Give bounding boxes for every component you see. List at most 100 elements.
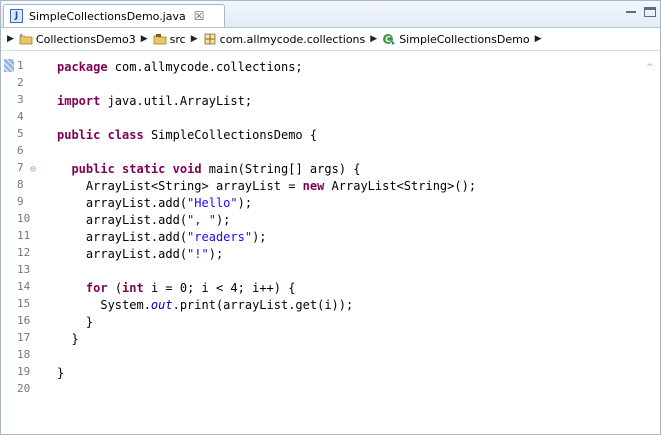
minimize-icon[interactable]	[625, 7, 637, 17]
code-token: }	[57, 315, 94, 329]
line-number: 5	[17, 127, 24, 140]
line-number: 6	[17, 144, 24, 157]
code-text: package com.allmycode.collections;	[57, 59, 303, 76]
svg-text:C: C	[385, 35, 391, 44]
line-number: 9	[17, 195, 24, 208]
line-number: 14	[17, 280, 31, 293]
breadcrumb-arrow-icon[interactable]: ▶	[141, 34, 148, 44]
maximize-icon[interactable]	[644, 7, 656, 17]
breadcrumb-arrow-icon[interactable]: ▶	[370, 34, 377, 44]
keyword-token: new	[302, 179, 325, 193]
code-line[interactable]: 4	[1, 110, 641, 127]
code-token: main(String[] args) {	[201, 162, 361, 176]
editor-tab-bar: J SimpleCollectionsDemo.java ☒	[1, 1, 660, 28]
code-text: arrayList.add("Hello");	[57, 195, 252, 212]
code-text: arrayList.add("!");	[57, 246, 223, 263]
code-text: ArrayList<String> arrayList = new ArrayL…	[57, 178, 476, 195]
line-number: 11	[17, 229, 31, 242]
breadcrumb-arrow-icon[interactable]: ▶	[535, 34, 542, 44]
code-line[interactable]: 15 System.out.print(arrayList.get(i));	[1, 297, 641, 314]
keyword-token: void	[172, 162, 202, 176]
code-line[interactable]: 10 arrayList.add(", ");	[1, 212, 641, 229]
line-number: 12	[17, 246, 31, 259]
field-token: out	[150, 298, 173, 312]
code-token: );	[208, 247, 224, 261]
code-text: arrayList.add(", ");	[57, 212, 231, 229]
code-line[interactable]: 3 import java.util.ArrayList;	[1, 93, 641, 110]
code-text: for (int i = 0; i < 4; i++) {	[57, 280, 296, 297]
keyword-token: package	[57, 60, 108, 74]
breadcrumb-arrow-icon[interactable]: ▶	[7, 34, 14, 44]
code-line[interactable]: 16 }	[1, 314, 641, 331]
code-line[interactable]: 9 arrayList.add("Hello");	[1, 195, 641, 212]
keyword-token: for	[85, 281, 108, 295]
line-number: 2	[17, 76, 24, 89]
code-line[interactable]: 1 package com.allmycode.collections;	[1, 59, 641, 76]
breadcrumb-label: src	[169, 32, 186, 46]
breadcrumb-item-package[interactable]: com.allmycode.collections	[203, 32, 366, 46]
breadcrumb-item-project[interactable]: CollectionsDemo3	[19, 33, 136, 46]
line-number: 10	[17, 212, 31, 225]
code-line[interactable]: 7 ⊖ public static void main(String[] args…	[1, 161, 641, 178]
line-number: 3	[17, 93, 24, 106]
code-line[interactable]: 6	[1, 144, 641, 161]
code-token: arrayList.add(	[57, 213, 188, 227]
code-line[interactable]: 2	[1, 76, 641, 93]
breadcrumb-item-src[interactable]: src	[153, 33, 186, 46]
editor-tab[interactable]: J SimpleCollectionsDemo.java ☒	[3, 4, 225, 27]
line-number: 17	[17, 331, 31, 344]
code-text: import java.util.ArrayList;	[57, 93, 252, 110]
code-line[interactable]: 12 arrayList.add("!");	[1, 246, 641, 263]
code-token: i = 0; i < 4; i++) {	[143, 281, 296, 295]
fold-toggle-icon[interactable]: ⊖	[30, 161, 36, 178]
keyword-token: int	[122, 281, 144, 295]
code-text: }	[57, 365, 64, 382]
code-token: .print(arrayList.get(i));	[172, 298, 354, 312]
java-file-icon: J	[10, 9, 23, 23]
source-folder-icon	[153, 34, 167, 45]
code-line[interactable]: 13	[1, 263, 641, 280]
breadcrumb-item-class[interactable]: C SimpleCollectionsDemo	[382, 33, 530, 46]
code-line[interactable]: 17 }	[1, 331, 641, 348]
code-token: (	[107, 281, 123, 295]
breadcrumb-arrow-icon[interactable]: ▶	[191, 34, 198, 44]
string-token: ", "	[187, 213, 216, 227]
line-number: 18	[17, 348, 31, 361]
breadcrumb-label: CollectionsDemo3	[35, 32, 136, 46]
code-line[interactable]: 11 arrayList.add("readers");	[1, 229, 641, 246]
editor-window: J SimpleCollectionsDemo.java ☒ ▶ Collect…	[0, 0, 661, 435]
code-line[interactable]: 20	[1, 382, 641, 399]
vertical-scrollbar[interactable]: ^	[642, 59, 660, 434]
breadcrumb-label: com.allmycode.collections	[219, 32, 366, 46]
line-number: 20	[17, 382, 31, 395]
code-text: public class SimpleCollectionsDemo {	[57, 127, 317, 144]
keyword-token: class	[107, 128, 144, 142]
code-line[interactable]: 18	[1, 348, 641, 365]
code-token: arrayList.add(	[57, 230, 188, 244]
line-number: 4	[17, 110, 24, 123]
line-number: 15	[17, 297, 31, 310]
code-editor[interactable]: 1 package com.allmycode.collections; 2 3 imp…	[1, 59, 660, 434]
code-token: java.util.ArrayList;	[100, 94, 253, 108]
class-icon: C	[383, 34, 396, 45]
project-folder-icon	[19, 33, 33, 45]
code-line[interactable]: 14 for (int i = 0; i < 4; i++) {	[1, 280, 641, 297]
code-text: }	[57, 331, 78, 348]
code-token: ArrayList<String>();	[324, 179, 477, 193]
code-token: );	[252, 230, 267, 244]
line-number: 13	[17, 263, 31, 276]
code-line[interactable]: 19}	[1, 365, 641, 382]
scroll-up-icon[interactable]: ^	[646, 63, 654, 73]
string-token: "readers"	[187, 230, 253, 244]
code-line[interactable]: 5 public class SimpleCollectionsDemo {	[1, 127, 641, 144]
close-icon[interactable]: ☒	[194, 9, 205, 23]
breadcrumb: ▶ CollectionsDemo3 ▶ src ▶ com.allmycode…	[1, 28, 660, 51]
string-token: "Hello"	[187, 196, 238, 210]
code-line[interactable]: 8 ArrayList<String> arrayList = new Arra…	[1, 178, 641, 195]
string-token: "!"	[187, 247, 209, 261]
line-number: 19	[17, 365, 31, 378]
package-icon	[204, 33, 216, 45]
